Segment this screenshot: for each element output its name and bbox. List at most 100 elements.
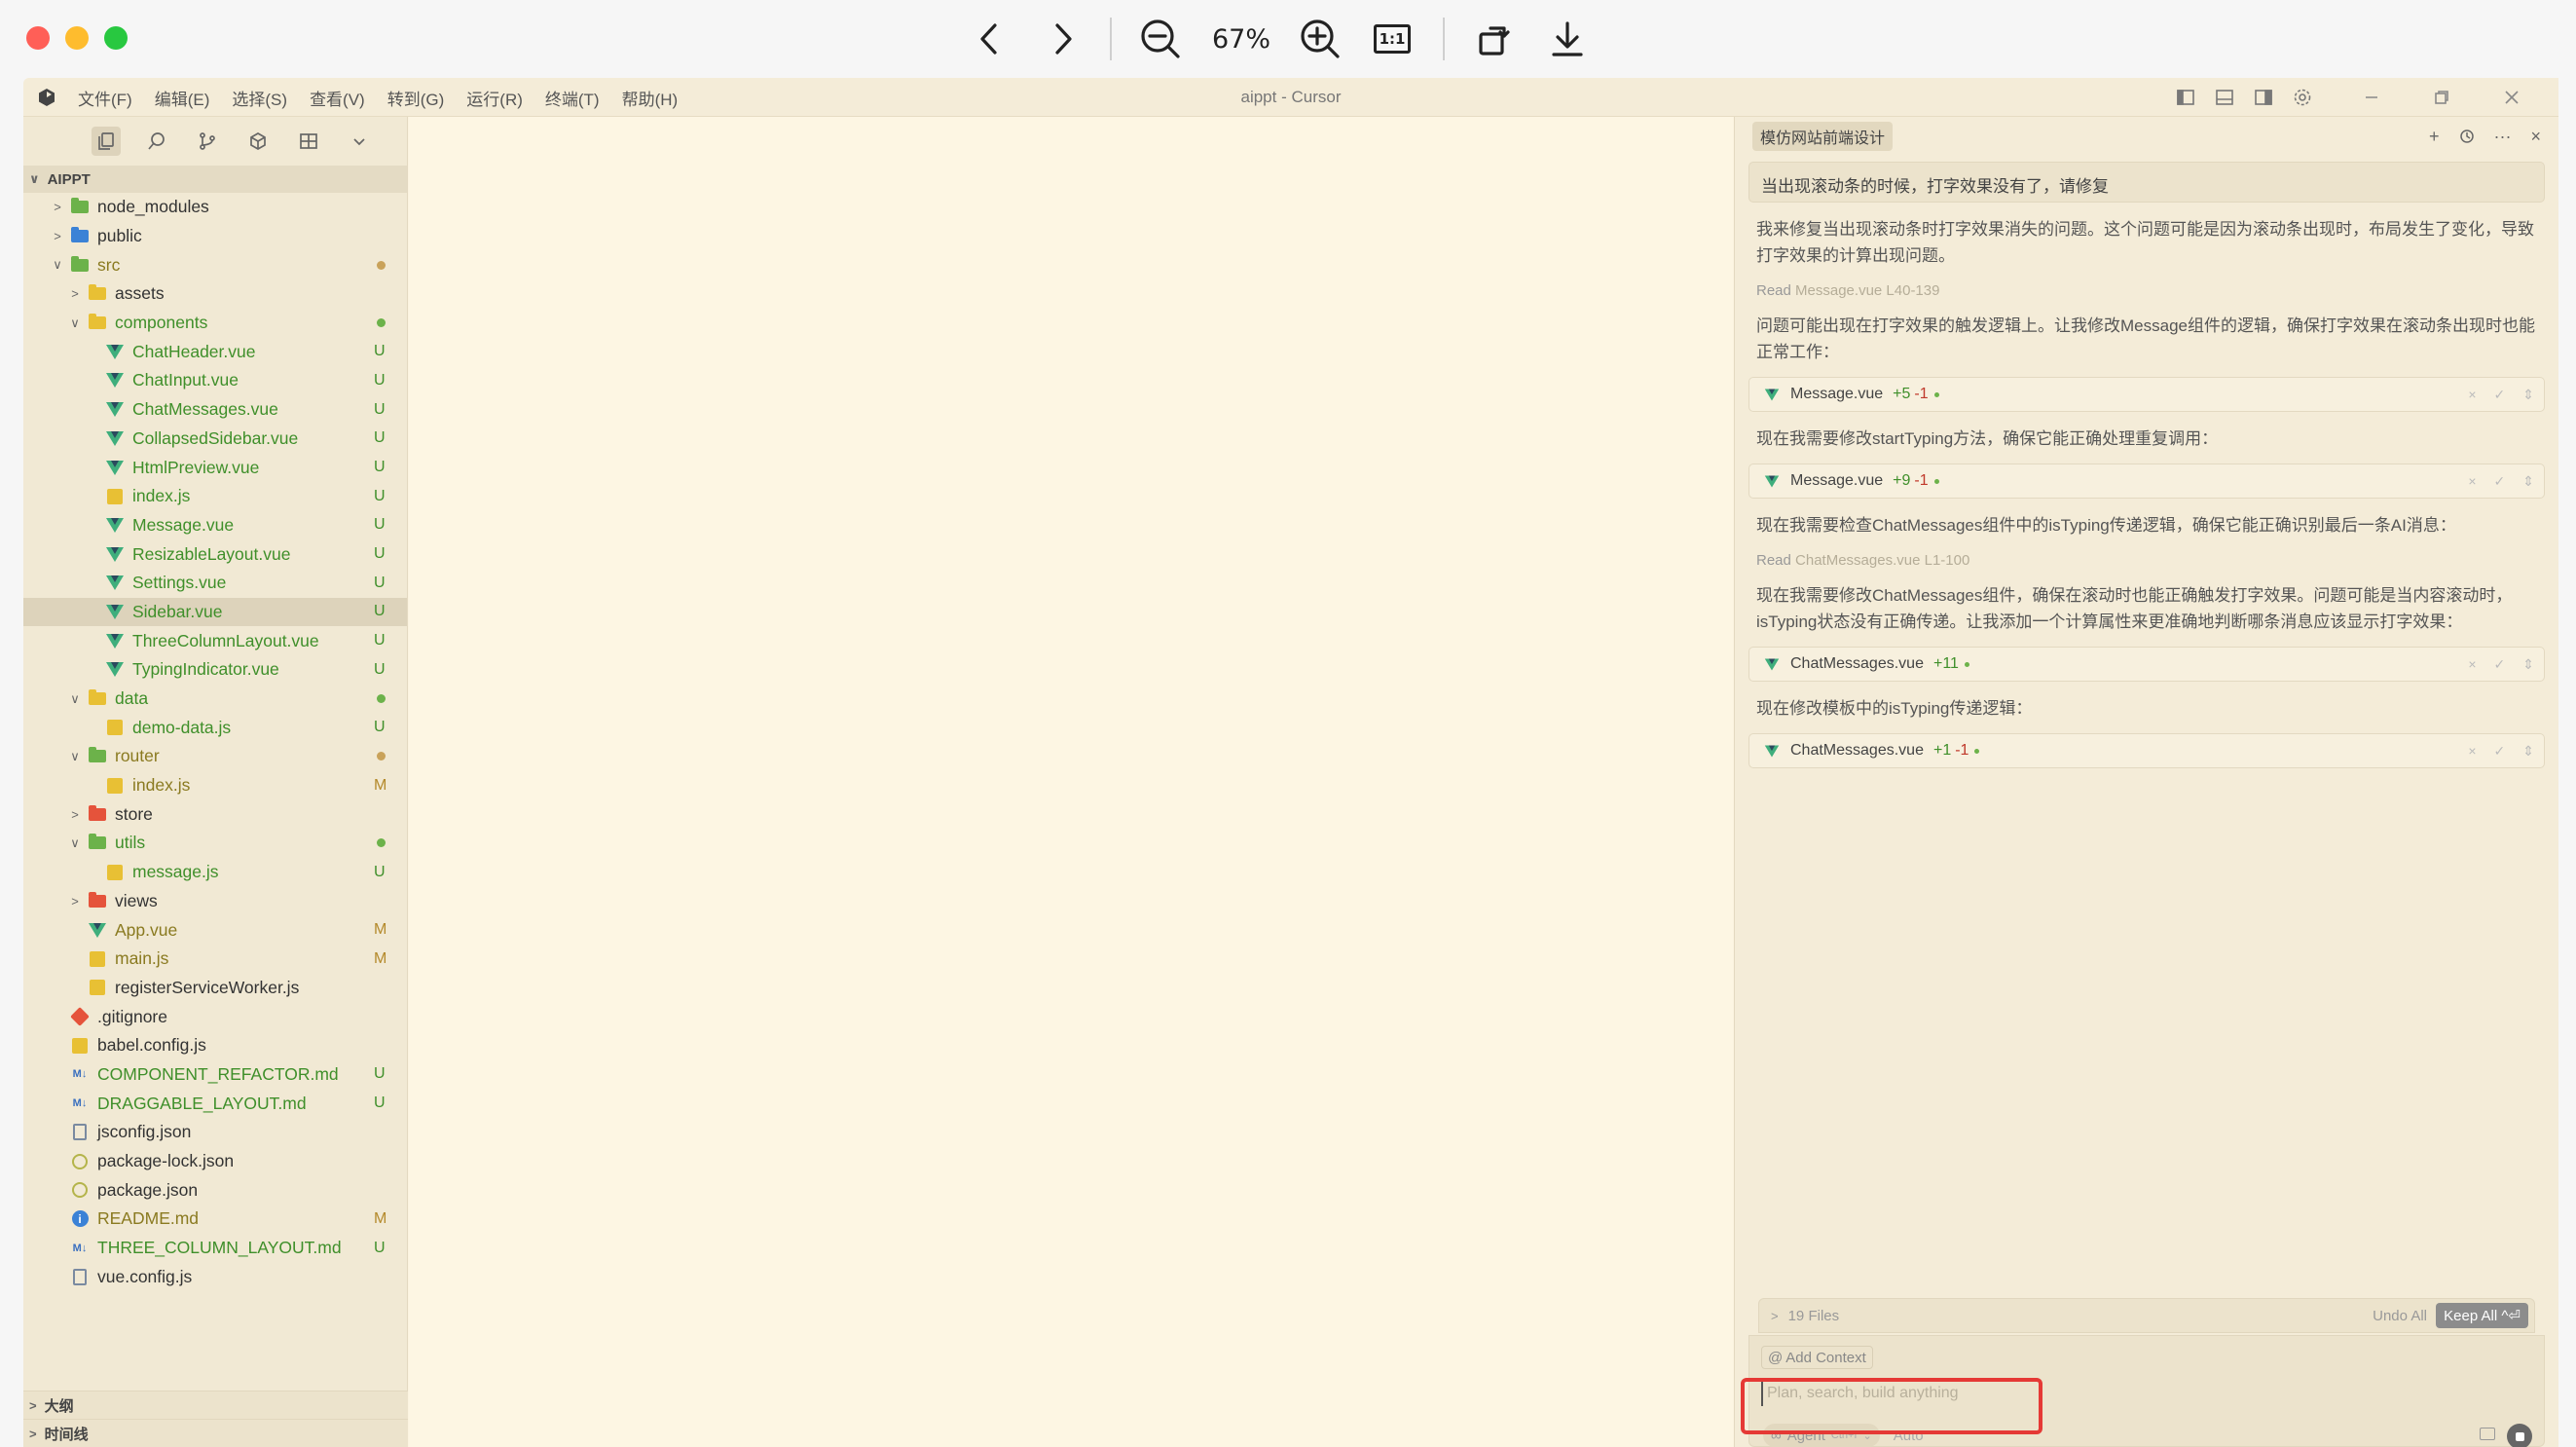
new-chat-icon[interactable]: +: [2429, 127, 2440, 147]
tree-file-item[interactable]: M↓ DRAGGABLE_LAYOUT.md U: [23, 1089, 407, 1118]
stop-generation-button[interactable]: [2507, 1424, 2532, 1447]
tree-file-item[interactable]: babel.config.js: [23, 1031, 407, 1060]
model-selector[interactable]: Auto: [1894, 1428, 1924, 1444]
settings-gear-icon[interactable]: [2292, 87, 2313, 108]
file-edit-card[interactable]: ChatMessages.vue +11 × ✓ ⇕: [1748, 647, 2545, 682]
toggle-secondary-sidebar-icon[interactable]: [2253, 87, 2274, 108]
toggle-panel-icon[interactable]: [2214, 87, 2235, 108]
reject-icon[interactable]: ×: [2468, 656, 2476, 672]
read-file-name[interactable]: Message.vue L40-139: [1795, 282, 1939, 299]
keep-all-button[interactable]: Keep All ^⏎: [2436, 1303, 2528, 1328]
menu-terminal[interactable]: 终端(T): [545, 86, 600, 110]
accept-icon[interactable]: ✓: [2494, 387, 2506, 403]
tree-file-item[interactable]: .gitignore: [23, 1002, 407, 1031]
accept-icon[interactable]: ✓: [2494, 473, 2506, 490]
reject-icon[interactable]: ×: [2468, 387, 2476, 402]
tree-file-item[interactable]: index.js U: [23, 482, 407, 511]
menu-go[interactable]: 转到(G): [387, 86, 445, 110]
tree-file-item[interactable]: vue.config.js: [23, 1262, 407, 1291]
user-message[interactable]: 当出现滚动条的时候，打字效果没有了，请修复: [1748, 162, 2545, 203]
outline-section[interactable]: > 大纲: [23, 1391, 408, 1419]
editor-area[interactable]: [409, 117, 1733, 1447]
tree-file-item[interactable]: ResizableLayout.vue U: [23, 539, 407, 569]
file-edit-card[interactable]: ChatMessages.vue +1 -1 × ✓ ⇕: [1748, 733, 2545, 768]
expand-icon[interactable]: ⇕: [2522, 387, 2534, 403]
menu-edit[interactable]: 编辑(E): [155, 86, 210, 110]
minimize-icon[interactable]: [2360, 86, 2383, 109]
reject-icon[interactable]: ×: [2468, 743, 2476, 759]
layout-grid-icon[interactable]: [294, 127, 323, 156]
explorer-view-icon[interactable]: [92, 127, 121, 156]
zoom-out-icon[interactable]: [1139, 18, 1182, 60]
tree-folder-item[interactable]: ∨ components: [23, 309, 407, 338]
read-file-name[interactable]: ChatMessages.vue L1-100: [1795, 552, 1969, 569]
tree-file-item[interactable]: TypingIndicator.vue U: [23, 655, 407, 685]
tree-file-item[interactable]: i README.md M: [23, 1205, 407, 1234]
back-icon[interactable]: [972, 18, 1007, 60]
actual-size-button[interactable]: 1:1: [1373, 18, 1412, 60]
tree-file-item[interactable]: ChatInput.vue U: [23, 366, 407, 395]
tree-folder-item[interactable]: > store: [23, 799, 407, 829]
reject-icon[interactable]: ×: [2468, 473, 2476, 489]
file-edit-card[interactable]: Message.vue +9 -1 × ✓ ⇕: [1748, 464, 2545, 499]
expand-icon[interactable]: ⇕: [2522, 473, 2534, 490]
menu-selection[interactable]: 选择(S): [232, 86, 287, 110]
file-edit-card[interactable]: Message.vue +5 -1 × ✓ ⇕: [1748, 377, 2545, 412]
menu-view[interactable]: 查看(V): [310, 86, 365, 110]
tree-file-item[interactable]: Settings.vue U: [23, 569, 407, 598]
timeline-section[interactable]: > 时间线: [23, 1419, 408, 1447]
toggle-primary-sidebar-icon[interactable]: [2175, 87, 2196, 108]
tree-file-item[interactable]: CollapsedSidebar.vue U: [23, 425, 407, 454]
tree-file-item[interactable]: demo-data.js U: [23, 713, 407, 742]
tree-file-item[interactable]: registerServiceWorker.js: [23, 974, 407, 1003]
tree-file-item[interactable]: HtmlPreview.vue U: [23, 453, 407, 482]
menu-run[interactable]: 运行(R): [466, 86, 523, 110]
maximize-window-button[interactable]: [104, 26, 128, 50]
explorer-root-folder[interactable]: ∨ AIPPT: [23, 166, 407, 193]
tree-file-item[interactable]: ThreeColumnLayout.vue U: [23, 626, 407, 655]
rotate-icon[interactable]: [1476, 18, 1515, 60]
tree-folder-item[interactable]: ∨ router: [23, 742, 407, 771]
tree-file-item[interactable]: message.js U: [23, 858, 407, 887]
more-options-icon[interactable]: ···: [2494, 127, 2512, 147]
tree-file-item[interactable]: App.vue M: [23, 915, 407, 945]
tree-folder-item[interactable]: > node_modules: [23, 193, 407, 222]
menu-file[interactable]: 文件(F): [78, 86, 132, 110]
tree-file-item[interactable]: index.js M: [23, 771, 407, 800]
restore-icon[interactable]: [2430, 86, 2453, 109]
chat-tab-title[interactable]: 模仿网站前端设计: [1752, 122, 1894, 151]
tree-folder-item[interactable]: > public: [23, 222, 407, 251]
tree-file-item[interactable]: ChatMessages.vue U: [23, 395, 407, 425]
changed-files-bar[interactable]: > 19 Files Undo All Keep All ^⏎: [1758, 1298, 2535, 1333]
tree-folder-item[interactable]: > assets: [23, 279, 407, 309]
menu-help[interactable]: 帮助(H): [622, 86, 679, 110]
undo-all-button[interactable]: Undo All: [2373, 1308, 2427, 1324]
tree-folder-item[interactable]: ∨ utils: [23, 829, 407, 858]
history-icon[interactable]: [2459, 129, 2475, 144]
tree-file-item[interactable]: Sidebar.vue U: [23, 597, 407, 627]
tree-file-item[interactable]: Message.vue U: [23, 511, 407, 540]
minimize-window-button[interactable]: [65, 26, 89, 50]
close-chat-icon[interactable]: ×: [2530, 127, 2541, 147]
chat-prompt-input[interactable]: [1761, 1381, 2521, 1406]
tree-file-item[interactable]: jsconfig.json: [23, 1118, 407, 1147]
close-window-button[interactable]: [26, 26, 50, 50]
tree-file-item[interactable]: package.json: [23, 1175, 407, 1205]
tree-folder-item[interactable]: > views: [23, 887, 407, 916]
download-icon[interactable]: [1548, 18, 1587, 60]
search-view-icon[interactable]: [142, 127, 171, 156]
add-context-button[interactable]: Add Context: [1761, 1346, 1873, 1369]
tree-folder-item[interactable]: ∨ src: [23, 250, 407, 279]
expand-icon[interactable]: ⇕: [2522, 656, 2534, 673]
accept-icon[interactable]: ✓: [2494, 743, 2506, 760]
extensions-icon[interactable]: [243, 127, 273, 156]
accept-icon[interactable]: ✓: [2494, 656, 2506, 673]
tree-file-item[interactable]: main.js M: [23, 945, 407, 974]
tree-file-item[interactable]: M↓ COMPONENT_REFACTOR.md U: [23, 1060, 407, 1090]
expand-icon[interactable]: ⇕: [2522, 743, 2534, 760]
chevron-down-icon[interactable]: [345, 127, 374, 156]
zoom-in-icon[interactable]: [1299, 18, 1342, 60]
image-attach-icon[interactable]: [2480, 1428, 2495, 1440]
tree-file-item[interactable]: package-lock.json: [23, 1147, 407, 1176]
tree-file-item[interactable]: M↓ THREE_COLUMN_LAYOUT.md U: [23, 1234, 407, 1263]
